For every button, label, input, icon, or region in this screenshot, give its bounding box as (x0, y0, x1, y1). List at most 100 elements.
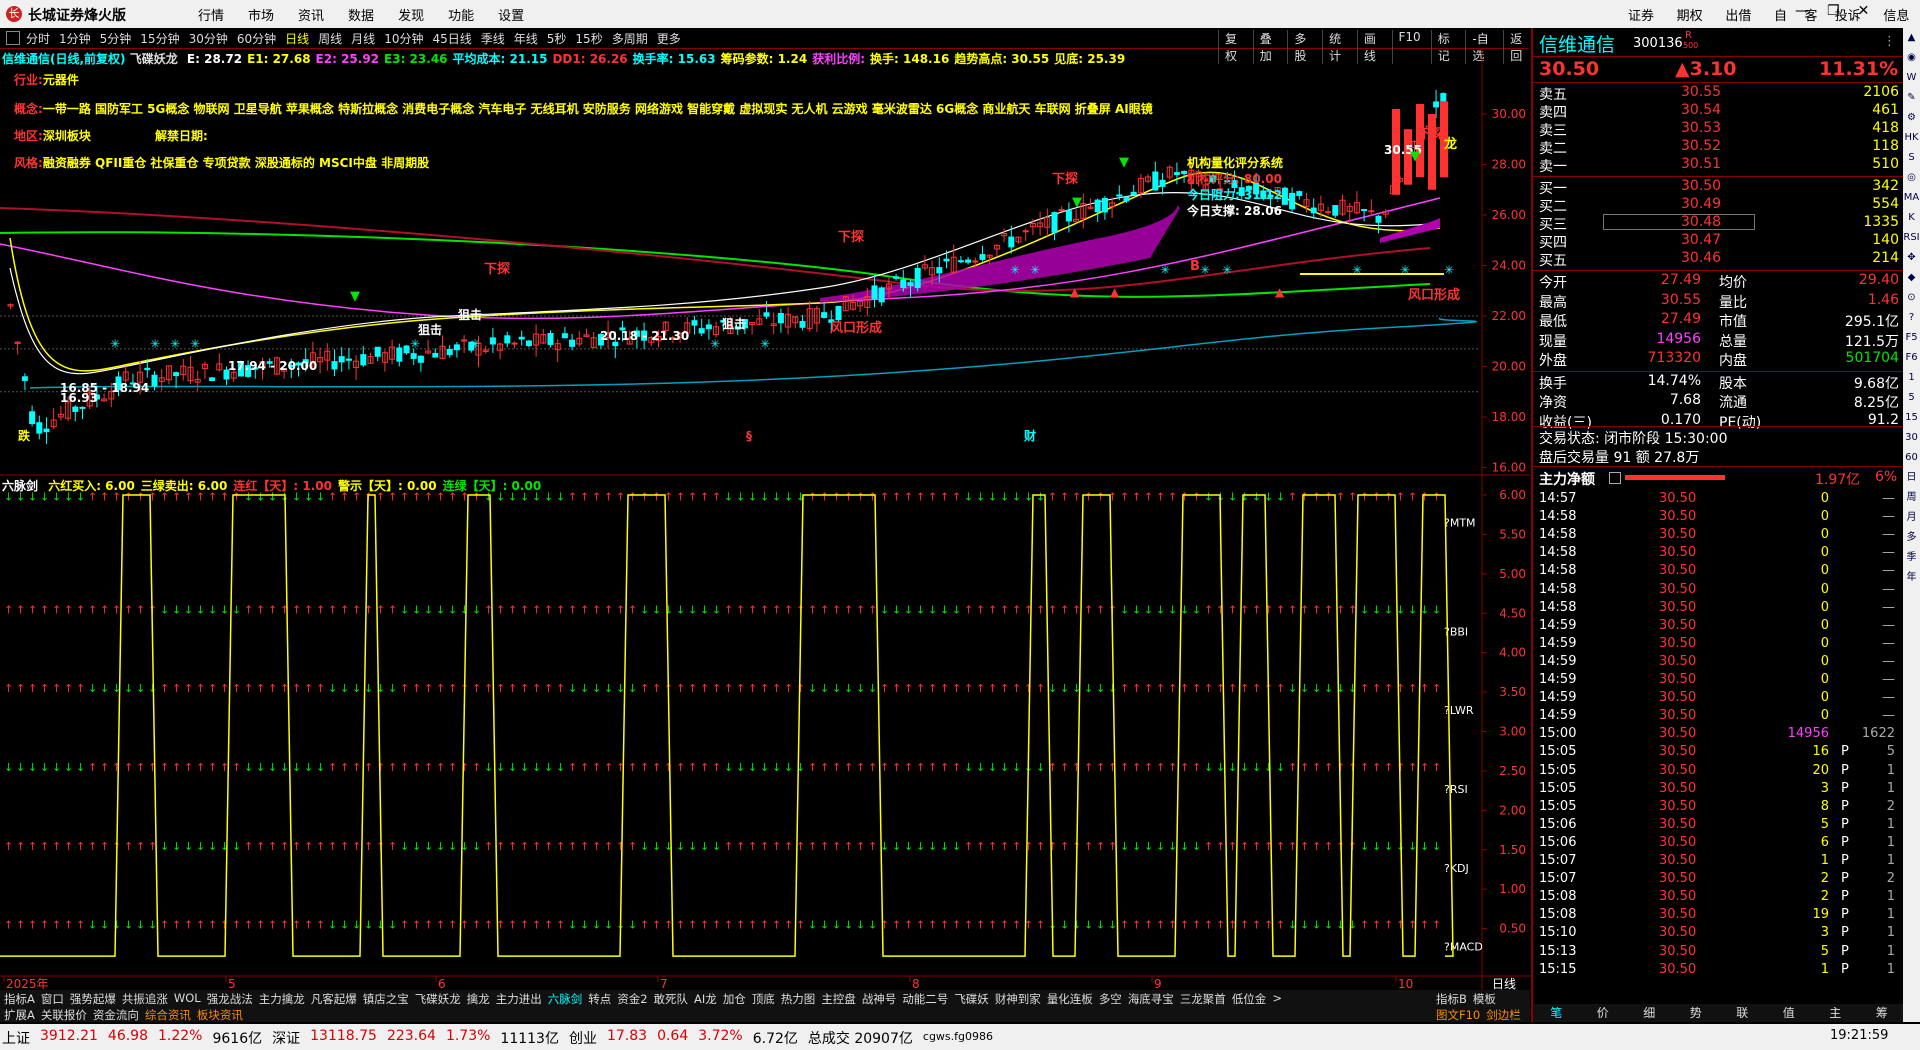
menu-item-1[interactable]: 市场 (248, 5, 274, 24)
indicator-tab-8[interactable]: 镇店之宝 (363, 991, 409, 1007)
indicator2-name[interactable]: 六脉剑 (2, 479, 38, 493)
side-tool-7[interactable]: ◎ (1903, 168, 1920, 188)
quote-tab-4[interactable]: 联 (1719, 1004, 1766, 1022)
side-tool-23[interactable]: 周 (1903, 488, 1920, 508)
side-tool-20[interactable]: 30 (1903, 428, 1920, 448)
side-tool-21[interactable]: 60 (1903, 448, 1920, 468)
side-tool-14[interactable]: ? (1903, 308, 1920, 328)
period-tab-1[interactable]: 1分钟 (59, 30, 91, 47)
stat-row[interactable]: 现量 14956 总量 121.5万 (1539, 331, 1899, 350)
ask-row[interactable]: 卖一 30.51 510 (1539, 156, 1899, 175)
bid-row[interactable]: 买二 30.49 554 (1539, 196, 1899, 215)
period-tab-16[interactable]: 更多 (657, 30, 681, 47)
side-tool-9[interactable]: K (1903, 208, 1920, 228)
side-tool-13[interactable]: ⊙ (1903, 288, 1920, 308)
side-tool-26[interactable]: 季 (1903, 548, 1920, 568)
period-tab-8[interactable]: 月线 (351, 30, 375, 47)
indicator-tab-15[interactable]: 敢死队 (654, 991, 689, 1007)
indicator-tab-10[interactable]: 擒龙 (467, 991, 490, 1007)
cy-label[interactable]: 创业 (569, 1028, 597, 1048)
side-tool-0[interactable]: ▲ (1903, 28, 1920, 48)
indicator-tab-9[interactable]: 飞碟妖龙 (415, 991, 461, 1007)
indicator-tab-28[interactable]: 三龙聚首 (1180, 991, 1226, 1007)
period-tab-4[interactable]: 30分钟 (189, 30, 228, 47)
indicator-tab-21[interactable]: 战神号 (862, 991, 897, 1007)
window-button-2[interactable]: ✕ (1858, 3, 1870, 19)
ask-row[interactable]: 卖四 30.54 461 (1539, 102, 1899, 121)
extension-tab-3[interactable]: 综合资讯 (145, 1007, 191, 1023)
side-tool-16[interactable]: F6 (1903, 348, 1920, 368)
menu-item-6[interactable]: 设置 (498, 5, 524, 24)
bid-row[interactable]: 买五 30.46 214 (1539, 250, 1899, 269)
indicator-tab-1[interactable]: 窗口 (41, 991, 64, 1007)
extension-tab-1[interactable]: 关联报价 (41, 1007, 87, 1023)
quote-settings-icon[interactable]: ⋮ (1883, 34, 1896, 49)
sz-label[interactable]: 深证 (272, 1028, 300, 1048)
indicator-tab-right-1[interactable]: 模板 (1473, 991, 1496, 1007)
indicator-tab-30[interactable]: > (1272, 991, 1282, 1007)
side-tool-24[interactable]: 月 (1903, 508, 1920, 528)
stat-row[interactable]: 最高 30.55 量比 1.46 (1539, 292, 1899, 311)
indicator-tab-20[interactable]: 主控盘 (821, 991, 856, 1007)
period-tab-12[interactable]: 年线 (514, 30, 538, 47)
indicator-tab-6[interactable]: 主力擒龙 (259, 991, 305, 1007)
sh-label[interactable]: 上证 (2, 1028, 30, 1048)
menu-item-2[interactable]: 资讯 (298, 5, 324, 24)
indicator-tab-19[interactable]: 热力图 (781, 991, 816, 1007)
indicator-tab-17[interactable]: 加仓 (723, 991, 746, 1007)
main-flow-label[interactable]: 主力净额 (1539, 469, 1595, 489)
extension-tab-2[interactable]: 资金流向 (93, 1007, 139, 1023)
side-tool-12[interactable]: ◆ (1903, 268, 1920, 288)
period-tab-5[interactable]: 60分钟 (237, 30, 276, 47)
extension-tab-right-1[interactable]: 剑边栏 (1486, 1007, 1521, 1023)
extension-tab-0[interactable]: 扩展A (4, 1007, 35, 1023)
bid-row[interactable]: 买一 30.50 342 (1539, 178, 1899, 197)
indicator-tab-24[interactable]: 财神到家 (995, 991, 1041, 1007)
indicator-tab-25[interactable]: 量化连板 (1047, 991, 1093, 1007)
period-tab-10[interactable]: 45日线 (432, 30, 471, 47)
quote-tab-1[interactable]: 价 (1580, 1004, 1627, 1022)
side-tool-8[interactable]: MA (1903, 188, 1920, 208)
side-tool-19[interactable]: 15 (1903, 408, 1920, 428)
side-tool-25[interactable]: 多 (1903, 528, 1920, 548)
side-tool-1[interactable]: ◉ (1903, 48, 1920, 68)
window-button-1[interactable]: ❐ (1827, 3, 1840, 19)
quote-tab-7[interactable]: 筹 (1859, 1004, 1906, 1022)
period-tab-11[interactable]: 季线 (481, 30, 505, 47)
period-tab-15[interactable]: 多周期 (612, 30, 648, 47)
stat-row[interactable]: 换手 14.74% 股本 9.68亿 (1539, 373, 1899, 392)
indicator-tab-5[interactable]: 强龙战法 (207, 991, 253, 1007)
side-tool-6[interactable]: S (1903, 148, 1920, 168)
indicator-tab-22[interactable]: 动能二号 (902, 991, 948, 1007)
indicator-tab-29[interactable]: 低位金 (1232, 991, 1267, 1007)
period-tab-6[interactable]: 日线 (285, 30, 309, 47)
indicator-tab-26[interactable]: 多空 (1099, 991, 1122, 1007)
period-tab-3[interactable]: 15分钟 (140, 30, 179, 47)
indicator-tab-14[interactable]: 资金2 (617, 991, 647, 1007)
menu-item-0[interactable]: 行情 (198, 5, 224, 24)
side-tool-5[interactable]: HK (1903, 128, 1920, 148)
indicator-tab-0[interactable]: 指标A (4, 991, 35, 1007)
extension-tab-4[interactable]: 板块资讯 (197, 1007, 243, 1023)
side-tool-15[interactable]: F5 (1903, 328, 1920, 348)
chart-canvas[interactable]: 30.00 28.00 26.00 24.00 22.00 20.00 18.00 16.00… (0, 48, 1530, 990)
menu-item-5[interactable]: 功能 (448, 5, 474, 24)
menu-item-3[interactable]: 数据 (348, 5, 374, 24)
period-tab-7[interactable]: 周线 (318, 30, 342, 47)
quote-tab-5[interactable]: 值 (1766, 1004, 1813, 1022)
period-tab-14[interactable]: 15秒 (575, 30, 602, 47)
period-tab-13[interactable]: 5秒 (547, 30, 567, 47)
indicator-tab-right-0[interactable]: 指标B (1436, 991, 1467, 1007)
extension-tab-right-0[interactable]: 图文F10 (1436, 1007, 1480, 1023)
indicator-tab-3[interactable]: 共振追涨 (122, 991, 168, 1007)
side-tool-10[interactable]: RSI (1903, 228, 1920, 248)
main-flow-toggle-icon[interactable] (1609, 472, 1621, 484)
stat-row[interactable]: 今开 27.49 均价 29.40 (1539, 272, 1899, 291)
indicator-tab-2[interactable]: 强势起爆 (70, 991, 116, 1007)
indicator-tab-7[interactable]: 凡客起爆 (311, 991, 357, 1007)
indicator-tab-23[interactable]: 飞碟妖 (954, 991, 989, 1007)
side-tool-11[interactable]: ✥ (1903, 248, 1920, 268)
ask-row[interactable]: 卖五 30.55 2106 (1539, 84, 1899, 103)
quote-tab-0[interactable]: 笔 (1533, 1004, 1580, 1022)
stat-row[interactable]: 净资 7.68 流通 8.25亿 (1539, 392, 1899, 411)
